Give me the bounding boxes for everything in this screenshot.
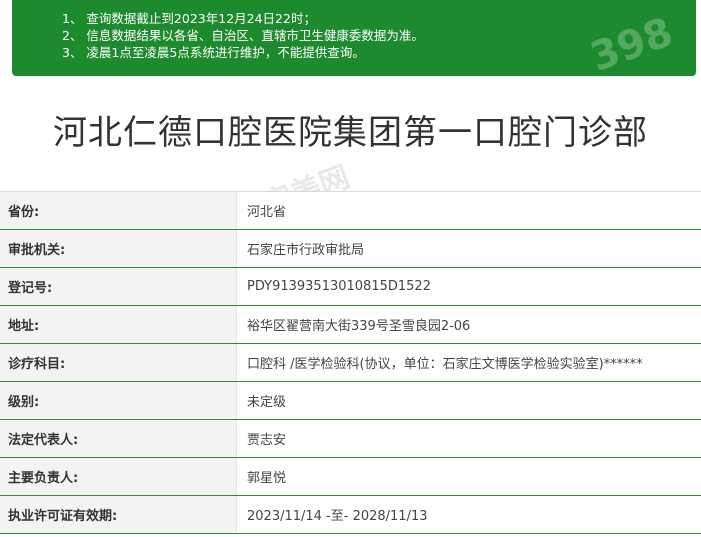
field-value: 未定级 (236, 382, 701, 419)
field-value: 口腔科 /医学检验科(协议，单位：石家庄文博医学检验实验室)****** (236, 344, 701, 381)
table-row: 地址: 裕华区翟营南大街339号圣雪良园2-06 (0, 306, 701, 344)
field-value: 河北省 (236, 192, 701, 229)
field-label: 级别: (0, 382, 236, 419)
notice-line: 3、 凌晨1点至凌晨5点系统进行维护，不能提供查询。 (62, 45, 365, 60)
field-value: 裕华区翟营南大街339号圣雪良园2-06 (236, 306, 701, 343)
table-row: 执业许可证有效期: 2023/11/14 -至- 2028/11/13 (0, 496, 701, 534)
table-row: 审批机关: 石家庄市行政审批局 (0, 230, 701, 268)
page-title: 河北仁德口腔医院集团第一口腔门诊部 (53, 113, 648, 153)
field-label: 登记号: (0, 268, 236, 305)
field-value: 郭星悦 (236, 458, 701, 495)
field-value: 石家庄市行政审批局 (236, 230, 701, 267)
field-label: 地址: (0, 306, 236, 343)
table-row: 级别: 未定级 (0, 382, 701, 420)
info-table: 省份: 河北省 审批机关: 石家庄市行政审批局 登记号: PDY91393513… (0, 191, 701, 534)
field-label: 主要负责人: (0, 458, 236, 495)
notice-line: 2、 信息数据结果以各省、自治区、直辖市卫生健康委数据为准。 (62, 28, 424, 43)
table-row: 登记号: PDY91393513010815D1522 (0, 268, 701, 306)
notice-banner: 1、 查询数据截止到2023年12月24日22时； 2、 信息数据结果以各省、自… (12, 0, 696, 76)
field-label: 执业许可证有效期: (0, 496, 236, 533)
field-value: 2023/11/14 -至- 2028/11/13 (236, 496, 701, 533)
field-label: 审批机关: (0, 230, 236, 267)
field-label: 法定代表人: (0, 420, 236, 457)
field-label: 省份: (0, 192, 236, 229)
table-row: 诊疗科目: 口腔科 /医学检验科(协议，单位：石家庄文博医学检验实验室)****… (0, 344, 701, 382)
field-value: 贾志安 (236, 420, 701, 457)
field-value: PDY91393513010815D1522 (236, 268, 701, 305)
field-label: 诊疗科目: (0, 344, 236, 381)
table-row: 省份: 河北省 (0, 192, 701, 230)
notice-line: 1、 查询数据截止到2023年12月24日22时； (62, 11, 316, 26)
table-row: 主要负责人: 郭星悦 (0, 458, 701, 496)
table-row: 法定代表人: 贾志安 (0, 420, 701, 458)
